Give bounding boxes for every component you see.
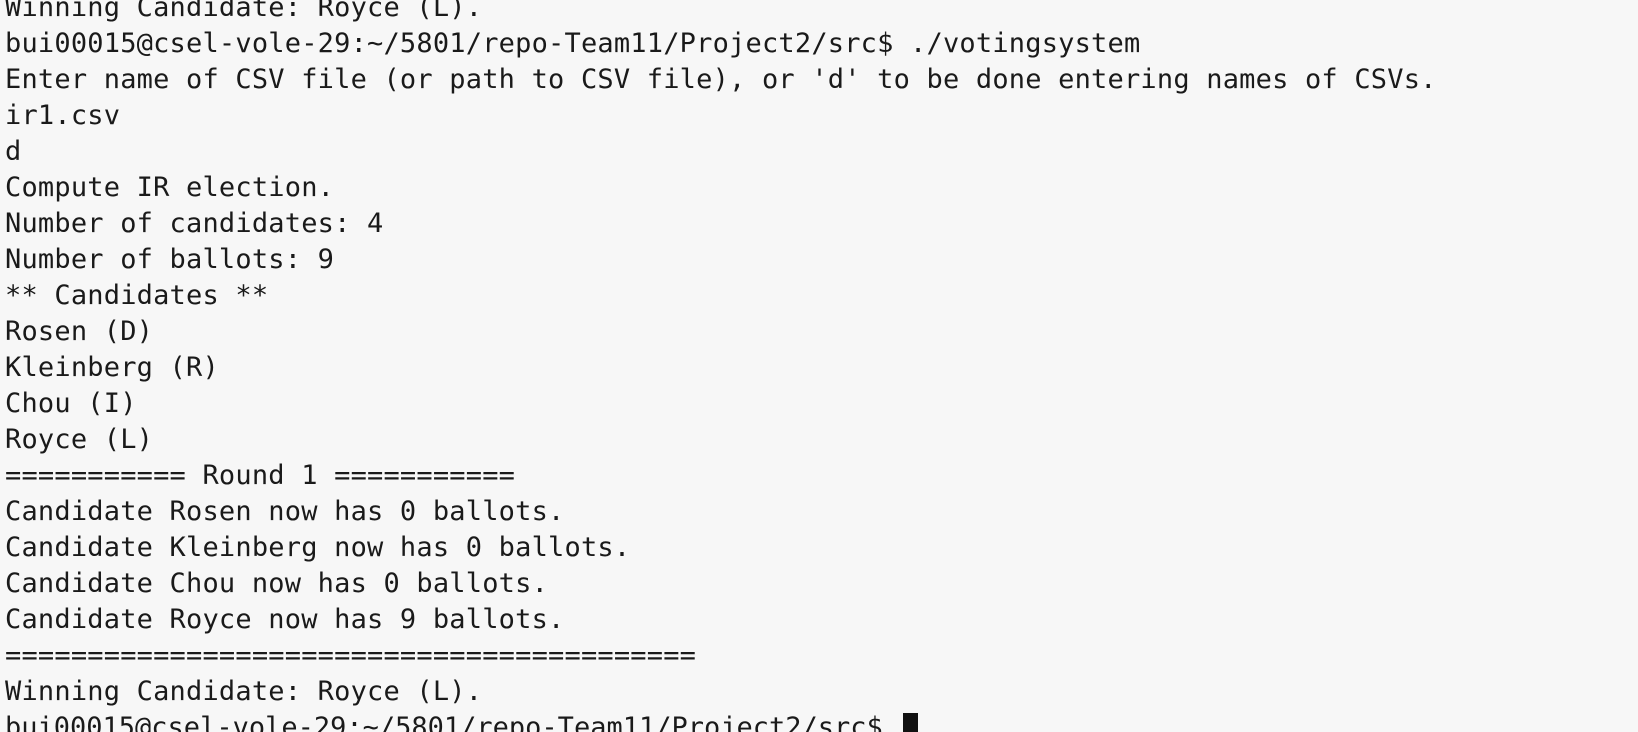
output-line: Compute IR election.	[5, 172, 335, 203]
output-line: Chou (I)	[5, 388, 137, 419]
output-line: Number of candidates: 4	[5, 208, 384, 239]
output-line: Number of ballots: 9	[5, 244, 335, 275]
output-line: bui00015@csel-vole-29:~/5801/repo-Team11…	[5, 28, 1141, 59]
output-line: ir1.csv	[5, 100, 121, 131]
output-line: =========== Round 1 ===========	[5, 460, 516, 491]
output-line: Rosen (D)	[5, 316, 154, 347]
output-line: ========================================…	[5, 640, 697, 671]
output-line: Candidate Kleinberg now has 0 ballots.	[5, 532, 631, 563]
output-line: Candidate Royce now has 9 ballots.	[5, 604, 565, 635]
prompt-text: bui00015@csel-vole-29:~/5801/repo-Team11…	[5, 712, 900, 732]
command-prompt[interactable]: bui00015@csel-vole-29:~/5801/repo-Team11…	[5, 710, 1437, 732]
output-line: Kleinberg (R)	[5, 352, 219, 383]
output-line: Winning Candidate: Royce (L).	[5, 676, 483, 707]
output-line: Royce (L)	[5, 424, 154, 455]
output-line: Candidate Chou now has 0 ballots.	[5, 568, 549, 599]
text-cursor	[903, 712, 919, 732]
terminal-window[interactable]: Winning Candidate: Royce (L). bui00015@c…	[0, 0, 1638, 732]
output-line: d	[5, 136, 22, 167]
output-line: Enter name of CSV file (or path to CSV f…	[5, 64, 1437, 95]
output-line: Winning Candidate: Royce (L).	[5, 0, 483, 23]
output-line: ** Candidates **	[5, 280, 269, 311]
terminal-output: Winning Candidate: Royce (L). bui00015@c…	[5, 0, 1437, 732]
output-line: Candidate Rosen now has 0 ballots.	[5, 496, 565, 527]
